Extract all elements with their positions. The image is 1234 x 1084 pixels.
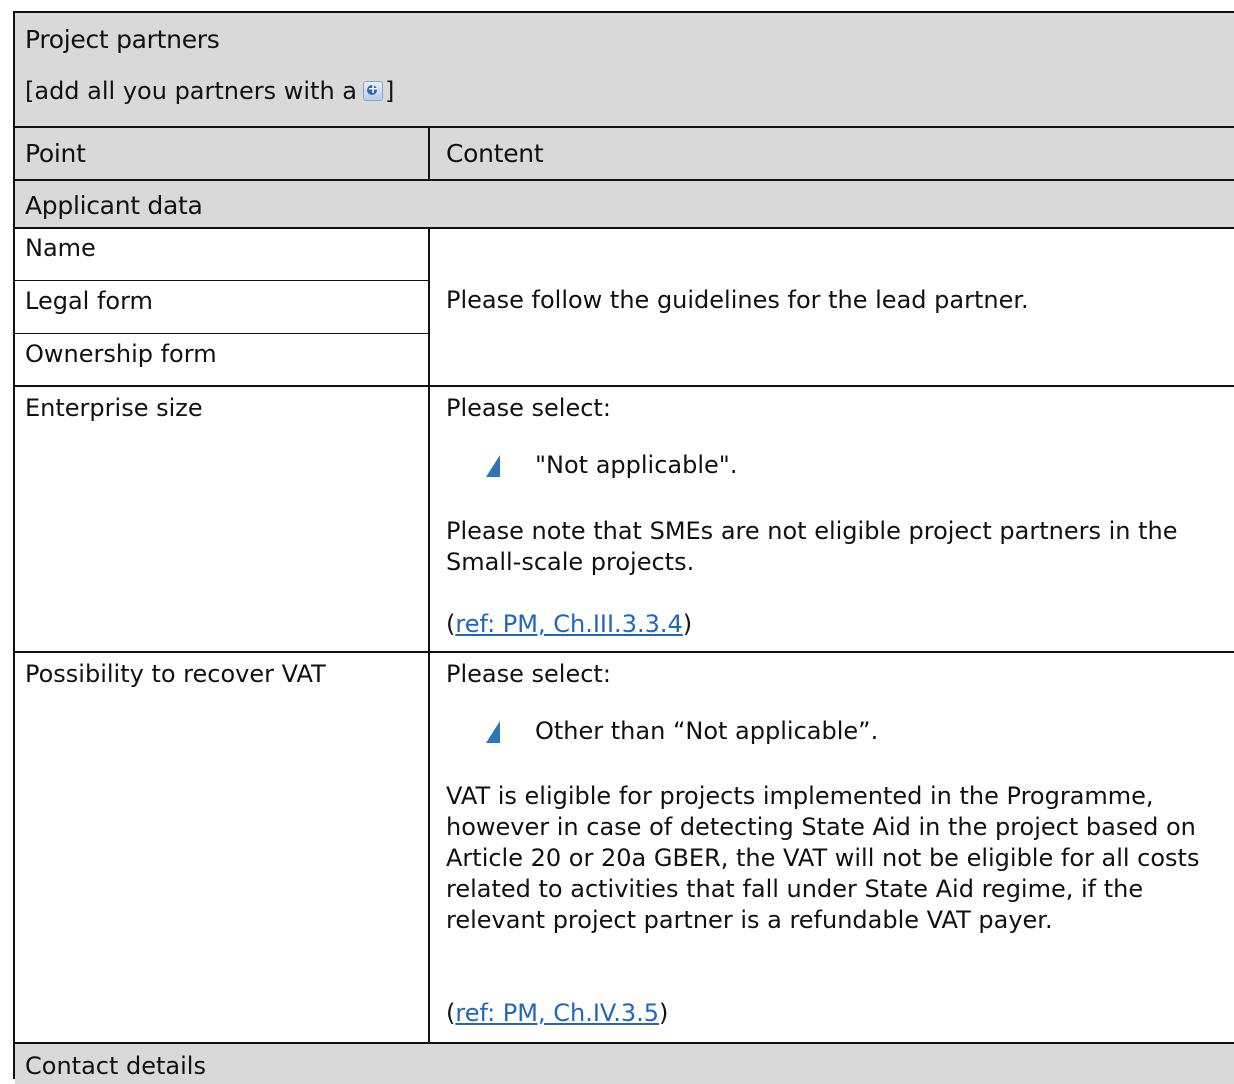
ref-paren-close: ) bbox=[659, 999, 669, 1027]
ref-link-enterprise-size[interactable]: ref: PM, Ch.III.3.3.4 bbox=[455, 610, 682, 638]
contact-details-heading: Contact details bbox=[25, 1052, 206, 1080]
lead-partner-guidelines: Please follow the guidelines for the lea… bbox=[446, 286, 1029, 314]
divider bbox=[15, 651, 1234, 653]
instruction-text: [add all you partners with a bbox=[25, 77, 358, 105]
triangle-bullet-icon bbox=[486, 721, 500, 743]
divider bbox=[15, 333, 429, 334]
enterprise-size-reference: (ref: PM, Ch.III.3.3.4) bbox=[446, 609, 692, 639]
add-partners-instruction: [add all you partners with a] bbox=[25, 76, 394, 106]
column-divider bbox=[428, 227, 430, 1043]
enterprise-size-option: "Not applicable". bbox=[535, 451, 738, 479]
label-enterprise-size: Enterprise size bbox=[25, 394, 203, 422]
ref-link-vat[interactable]: ref: PM, Ch.IV.3.5 bbox=[455, 999, 659, 1027]
vat-prompt: Please select: bbox=[446, 660, 611, 688]
triangle-bullet-icon bbox=[486, 455, 500, 477]
ref-paren-open: ( bbox=[446, 610, 456, 638]
vat-reference: (ref: PM, Ch.IV.3.5) bbox=[446, 998, 668, 1028]
applicant-data-heading: Applicant data bbox=[25, 191, 203, 220]
sme-eligibility-note: Please note that SMEs are not eligible p… bbox=[446, 517, 1178, 576]
divider bbox=[15, 280, 429, 281]
ref-paren-open: ( bbox=[446, 999, 456, 1027]
ref-paren-close: ) bbox=[682, 610, 693, 638]
label-ownership-form: Ownership form bbox=[25, 340, 217, 368]
vat-option: Other than “Not applicable”. bbox=[535, 717, 879, 745]
column-header-row bbox=[15, 128, 1234, 180]
label-legal-form: Legal form bbox=[25, 287, 153, 315]
section-title: Project partners bbox=[25, 25, 220, 54]
divider bbox=[15, 385, 1234, 387]
column-header-point: Point bbox=[25, 139, 86, 168]
column-divider bbox=[428, 128, 430, 180]
label-vat-recovery: Possibility to recover VAT bbox=[25, 660, 326, 688]
project-partners-table: Project partners [add all you partners w… bbox=[13, 11, 1234, 1084]
vat-eligibility-note: VAT is eligible for projects implemented… bbox=[446, 782, 1200, 934]
label-name: Name bbox=[25, 234, 96, 262]
divider bbox=[15, 227, 1234, 229]
column-header-content: Content bbox=[446, 139, 544, 168]
instruction-close: ] bbox=[385, 77, 395, 105]
enterprise-size-prompt: Please select: bbox=[446, 394, 611, 422]
add-circle-icon[interactable] bbox=[363, 79, 384, 101]
